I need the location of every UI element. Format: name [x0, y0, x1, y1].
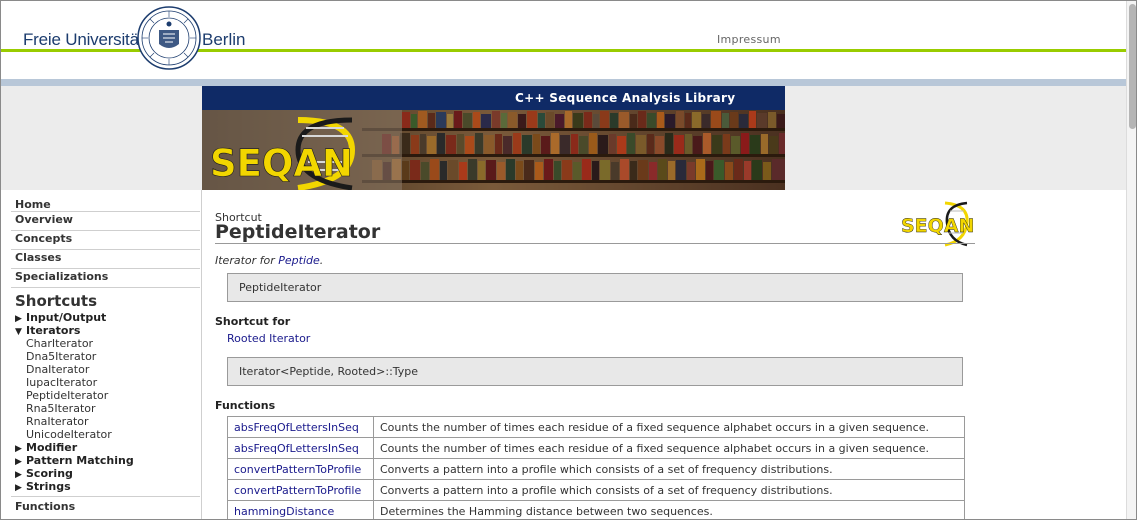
nav-group-input-output[interactable]: ▶ Input/Output — [15, 311, 201, 324]
rooted-iterator-link[interactable]: Rooted Iterator — [227, 332, 310, 345]
signature-box: PeptideIterator — [227, 273, 963, 302]
nav-leaf-rnaiterator[interactable]: RnaIterator — [26, 415, 201, 428]
nav-leaf-rna5iterator[interactable]: Rna5Iterator — [26, 402, 201, 415]
seqan-banner: C++ Sequence Analysis Library SEQAN — [202, 86, 785, 190]
function-link[interactable]: convertPatternToProfile — [227, 458, 374, 480]
header-blue-band — [1, 79, 1126, 86]
function-description: Counts the number of times each residue … — [373, 416, 965, 438]
nav-overview[interactable]: Overview — [11, 212, 200, 231]
table-row: convertPatternToProfile Converts a patte… — [227, 458, 965, 480]
seqan-small-logo-icon: SEQAN — [901, 201, 975, 247]
nav-leaf-iupaciterator[interactable]: IupacIterator — [26, 376, 201, 389]
table-row: absFreqOfLettersInSeq Counts the number … — [227, 416, 965, 438]
function-description: Determines the Hamming distance between … — [373, 500, 965, 519]
university-seal-icon — [137, 6, 201, 70]
table-row: convertPatternToProfile Converts a patte… — [227, 479, 965, 501]
function-link[interactable]: absFreqOfLettersInSeq — [227, 437, 374, 459]
browser-frame: Freie Universität Berlin Impressum C++ S… — [0, 0, 1137, 520]
nav-group-modifier[interactable]: ▶ Modifier — [15, 441, 201, 454]
sidebar: Home Overview Concepts Classes Specializ… — [1, 190, 202, 519]
banner-image: SEQAN — [202, 110, 785, 190]
table-row: hammingDistance Determines the Hamming d… — [227, 500, 965, 519]
title-rule — [215, 243, 975, 244]
nav-leaf-unicodeiterator[interactable]: UnicodeIterator — [26, 428, 201, 441]
scrollbar-thumb[interactable] — [1129, 4, 1136, 129]
collapsed-arrow-icon: ▶ — [15, 483, 22, 493]
university-header: Freie Universität Berlin Impressum — [1, 1, 1126, 70]
function-description: Converts a pattern into a profile which … — [373, 458, 965, 480]
function-description: Counts the number of times each residue … — [373, 437, 965, 459]
university-name-right: Berlin — [202, 30, 246, 49]
function-description: Converts a pattern into a profile which … — [373, 479, 965, 501]
nav-classes[interactable]: Classes — [11, 250, 200, 269]
banner-title: C++ Sequence Analysis Library — [202, 86, 785, 110]
function-link[interactable]: absFreqOfLettersInSeq — [227, 416, 374, 438]
nav-leaf-peptideiterator[interactable]: PeptideIterator — [26, 389, 201, 402]
nav-home[interactable]: Home — [11, 195, 200, 212]
nav-group-scoring[interactable]: ▶ Scoring — [15, 467, 201, 480]
table-row: absFreqOfLettersInSeq Counts the number … — [227, 437, 965, 459]
expanded-arrow-icon: ▼ — [15, 327, 22, 337]
functions-table: absFreqOfLettersInSeq Counts the number … — [227, 416, 965, 519]
nav-section-shortcuts: Shortcuts — [15, 292, 98, 310]
main-content: Shortcut PeptideIterator SEQAN Iterator … — [202, 190, 1126, 519]
nav-group-strings[interactable]: ▶ Strings — [15, 480, 201, 493]
nav-leaf-dna5iterator[interactable]: Dna5Iterator — [26, 350, 201, 363]
function-link[interactable]: hammingDistance — [227, 500, 374, 519]
function-link[interactable]: convertPatternToProfile — [227, 479, 374, 501]
bookshelf-image: SEQAN — [202, 110, 785, 190]
nav-concepts[interactable]: Concepts — [11, 231, 200, 250]
university-name-left: Freie Universität — [23, 30, 144, 49]
vertical-scrollbar[interactable] — [1126, 1, 1136, 519]
peptide-link[interactable]: Peptide — [278, 254, 320, 267]
nav-group-iterators[interactable]: ▼ Iterators — [15, 324, 201, 337]
small-logo-text: SEQAN — [901, 215, 974, 237]
functions-heading: Functions — [215, 399, 276, 412]
impressum-link[interactable]: Impressum — [717, 33, 781, 46]
page-title: PeptideIterator — [215, 221, 381, 243]
nav-specializations[interactable]: Specializations — [11, 269, 200, 288]
seqan-logo-text: SEQAN — [210, 142, 353, 185]
nav-leaf-chariterator[interactable]: CharIterator — [26, 337, 201, 350]
shortcut-for-heading: Shortcut for — [215, 315, 291, 328]
summary-text: Iterator for Peptide. — [215, 254, 324, 267]
nav-functions[interactable]: Functions — [11, 497, 200, 515]
expansion-box: Iterator<Peptide, Rooted>::Type — [227, 357, 963, 386]
nav-leaf-dnaiterator[interactable]: DnaIterator — [26, 363, 201, 376]
nav-group-pattern-matching[interactable]: ▶ Pattern Matching — [15, 454, 201, 467]
